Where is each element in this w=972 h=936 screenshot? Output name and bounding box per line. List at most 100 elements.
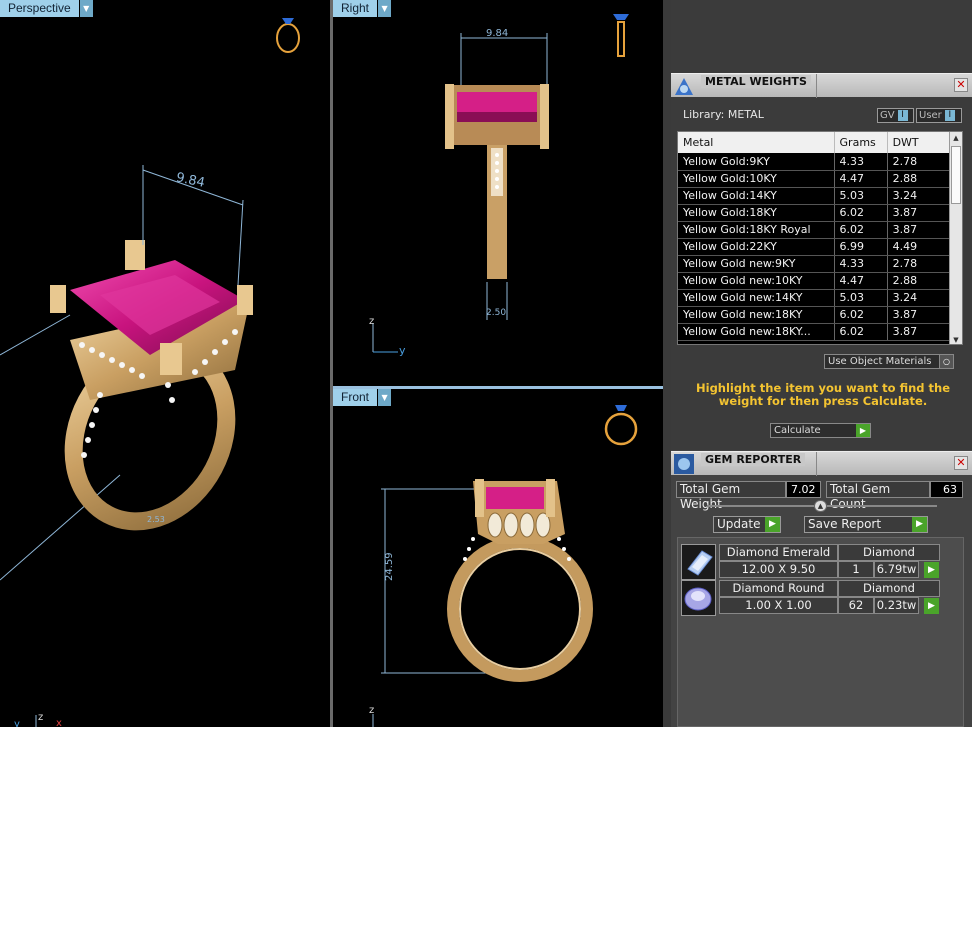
gem-weight: 0.23tw bbox=[874, 597, 919, 614]
use-object-materials-label: Use Object Materials bbox=[828, 356, 932, 367]
front-axis-z: z bbox=[369, 705, 374, 716]
instruction-text: Highlight the item you want to find the … bbox=[696, 381, 950, 408]
metal-weights-table[interactable]: Metal Grams DWT Yellow Gold:9KY 4.33 2.78 Y… bbox=[677, 131, 963, 345]
cell-grams: 6.02 bbox=[834, 306, 888, 324]
cell-dwt: 3.87 bbox=[887, 323, 951, 341]
right-viewport[interactable]: 9.84 2.50 z y Right ▼ bbox=[333, 0, 663, 386]
save-report-button[interactable]: Save Report ▶ bbox=[804, 516, 928, 533]
front-view-tab[interactable]: Front ▼ bbox=[333, 389, 392, 406]
table-row[interactable]: Yellow Gold new:18KY 6.02 3.87 bbox=[678, 306, 951, 324]
column-header-dwt[interactable]: DWT bbox=[887, 132, 951, 153]
cell-metal: Yellow Gold:9KY bbox=[678, 153, 835, 171]
gem-reporter-title: GEM REPORTER bbox=[701, 453, 806, 466]
gv-toggle-label: GV bbox=[880, 110, 895, 121]
user-toggle-label: User bbox=[919, 110, 942, 121]
total-gem-weight-label: Total Gem Weight bbox=[676, 481, 786, 511]
total-gem-weight-value: 7.02 bbox=[786, 481, 821, 498]
table-row[interactable]: Yellow Gold new:14KY 5.03 3.24 bbox=[678, 289, 951, 307]
front-dimension-height: 24.59 bbox=[384, 552, 395, 581]
gem-row[interactable]: Diamond Round Diamond 1.00 X 1.00 62 0.2… bbox=[681, 580, 943, 617]
right-dimension-bottom: 2.50 bbox=[486, 308, 506, 318]
cell-metal: Yellow Gold new:18KY bbox=[678, 306, 835, 324]
metal-table-scrollbar[interactable]: ▲ ▼ bbox=[949, 132, 962, 344]
cell-grams: 4.33 bbox=[834, 255, 888, 273]
update-label: Update bbox=[717, 517, 761, 531]
view-gem-side-icon bbox=[613, 14, 629, 57]
table-row[interactable]: Yellow Gold:18KY 6.02 3.87 bbox=[678, 204, 951, 222]
table-row[interactable]: Yellow Gold:18KY Royal 6.02 3.87 bbox=[678, 221, 951, 239]
cell-grams: 6.02 bbox=[834, 221, 888, 239]
table-row[interactable]: Yellow Gold new:10KY 4.47 2.88 bbox=[678, 272, 951, 290]
cell-metal: Yellow Gold new:9KY bbox=[678, 255, 835, 273]
close-icon[interactable]: ✕ bbox=[954, 78, 968, 92]
cell-dwt: 2.88 bbox=[887, 272, 951, 290]
perspective-dimension-label: 9.84 bbox=[175, 170, 206, 191]
cell-metal: Yellow Gold new:14KY bbox=[678, 289, 835, 307]
metal-weights-header: METAL WEIGHTS ✕ bbox=[671, 73, 972, 98]
play-arrow-icon: ▶ bbox=[856, 424, 870, 437]
scroll-thumb[interactable] bbox=[951, 146, 961, 204]
table-row[interactable]: Yellow Gold new:9KY 4.33 2.78 bbox=[678, 255, 951, 273]
persp-axis-z: z bbox=[38, 712, 43, 723]
table-row[interactable]: Yellow Gold:10KY 4.47 2.88 bbox=[678, 170, 951, 188]
right-view-label[interactable]: Right bbox=[333, 0, 378, 17]
chevron-down-icon[interactable]: ▼ bbox=[378, 389, 392, 406]
scroll-down-icon[interactable]: ▼ bbox=[950, 334, 962, 344]
view-ring-front-icon bbox=[604, 405, 638, 446]
table-row[interactable]: Yellow Gold:14KY 5.03 3.24 bbox=[678, 187, 951, 205]
cell-grams: 6.02 bbox=[834, 204, 888, 222]
metal-weights-title: METAL WEIGHTS bbox=[701, 75, 811, 88]
close-icon[interactable]: ✕ bbox=[954, 456, 968, 470]
size-slider-handle[interactable]: ▲ bbox=[814, 500, 827, 512]
right-view-tab[interactable]: Right ▼ bbox=[333, 0, 392, 17]
chevron-down-icon[interactable]: ▼ bbox=[378, 0, 392, 17]
chevron-down-icon[interactable]: ▼ bbox=[79, 0, 93, 17]
table-row[interactable]: Yellow Gold new:18KY... 6.02 3.87 bbox=[678, 323, 951, 341]
gem-row[interactable]: Diamond Emerald Diamond 12.00 X 9.50 1 6… bbox=[681, 544, 943, 581]
right-axis-z: z bbox=[369, 316, 374, 327]
toggle-circle-icon: ○ bbox=[939, 355, 953, 368]
cell-metal: Yellow Gold new:18KY... bbox=[678, 323, 835, 341]
user-toggle[interactable]: User I bbox=[916, 108, 962, 123]
gem-size: 12.00 X 9.50 bbox=[719, 561, 838, 578]
play-arrow-icon: ▶ bbox=[765, 517, 780, 532]
gem-material: Diamond bbox=[838, 544, 940, 561]
cell-dwt: 2.78 bbox=[887, 153, 951, 171]
header-separator bbox=[816, 452, 817, 476]
round-cut-gem-icon bbox=[681, 580, 716, 616]
table-row[interactable]: Yellow Gold:22KY 6.99 4.49 bbox=[678, 238, 951, 256]
perspective-view-tab[interactable]: Perspective ▼ bbox=[0, 0, 93, 17]
update-button[interactable]: Update ▶ bbox=[713, 516, 781, 533]
persp-axis-x: x bbox=[56, 718, 62, 727]
front-view-label[interactable]: Front bbox=[333, 389, 378, 406]
front-viewport[interactable]: 24.59 z Front ▼ bbox=[333, 389, 663, 727]
gem-count: 1 bbox=[838, 561, 874, 578]
gem-select-arrow-icon[interactable]: ▶ bbox=[924, 598, 939, 614]
cell-dwt: 3.87 bbox=[887, 306, 951, 324]
gv-toggle[interactable]: GV I bbox=[877, 108, 914, 123]
table-row[interactable]: Yellow Gold:9KY 4.33 2.78 bbox=[678, 153, 951, 171]
panel-divider[interactable] bbox=[663, 0, 671, 727]
right-ring-render: 9.84 2.50 z y bbox=[369, 14, 629, 357]
cell-metal: Yellow Gold:22KY bbox=[678, 238, 835, 256]
calculate-button[interactable]: Calculate ▶ bbox=[770, 423, 871, 438]
use-object-materials-toggle[interactable]: Use Object Materials ○ bbox=[824, 354, 954, 369]
calculate-label: Calculate bbox=[774, 425, 821, 436]
header-separator bbox=[816, 74, 817, 98]
column-header-grams[interactable]: Grams bbox=[834, 132, 888, 153]
perspective-dimension-small: 2.53 bbox=[147, 515, 165, 524]
column-header-metal[interactable]: Metal bbox=[678, 132, 835, 153]
perspective-viewport[interactable]: 9.84 2.53 z x y Perspective ▼ bbox=[0, 0, 330, 727]
cell-metal: Yellow Gold:14KY bbox=[678, 187, 835, 205]
gem-count: 62 bbox=[838, 597, 874, 614]
scroll-up-icon[interactable]: ▲ bbox=[950, 132, 962, 144]
library-label: Library: METAL bbox=[683, 108, 764, 121]
perspective-view-label[interactable]: Perspective bbox=[0, 0, 79, 17]
right-axis-y: y bbox=[399, 344, 406, 357]
cell-metal: Yellow Gold new:10KY bbox=[678, 272, 835, 290]
cell-metal: Yellow Gold:18KY bbox=[678, 204, 835, 222]
cell-metal: Yellow Gold:10KY bbox=[678, 170, 835, 188]
cell-grams: 4.47 bbox=[834, 272, 888, 290]
metal-table-body: Yellow Gold:9KY 4.33 2.78 Yellow Gold:10KY 4… bbox=[678, 153, 951, 341]
gem-select-arrow-icon[interactable]: ▶ bbox=[924, 562, 939, 578]
